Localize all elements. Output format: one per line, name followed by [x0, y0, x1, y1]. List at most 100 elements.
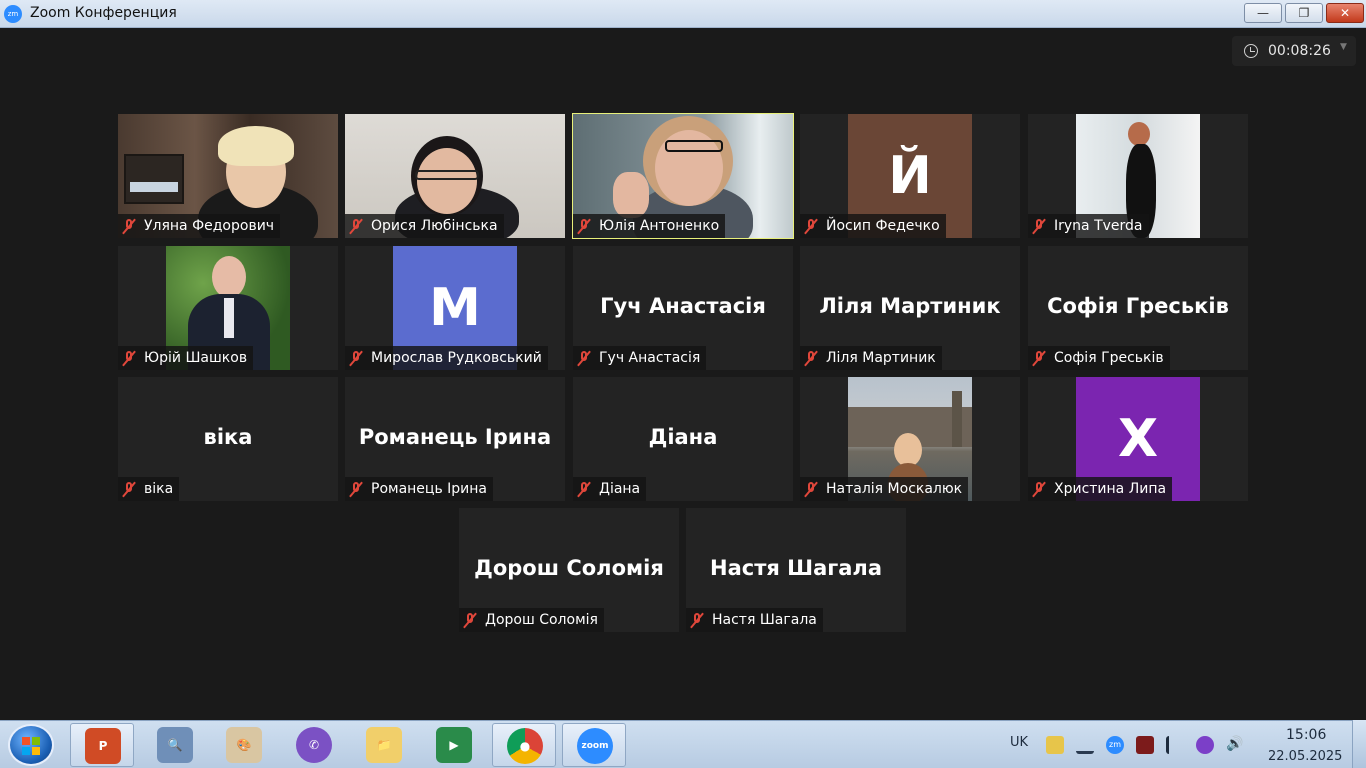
participant-tile[interactable]: Уляна Федорович — [118, 114, 338, 238]
participant-name-tag: Романець Ірина — [345, 477, 493, 501]
participant-name: Мирослав Рудковський — [371, 350, 542, 366]
meet-icon: ▶ — [436, 727, 472, 763]
network-app-icon[interactable] — [1046, 736, 1064, 754]
minimize-button[interactable]: — — [1244, 3, 1282, 23]
participant-name: Романець Ірина — [371, 481, 487, 497]
participant-name: Ліля Мартиник — [826, 350, 936, 366]
taskbar-magnifier-button[interactable]: 🔍 — [143, 723, 207, 767]
muted-mic-icon — [577, 350, 591, 367]
signal-icon[interactable] — [1076, 736, 1094, 754]
clock-icon — [1244, 44, 1258, 58]
muted-mic-icon — [122, 481, 136, 498]
participant-tile[interactable]: віка віка — [118, 377, 338, 501]
taskbar-zoom-button[interactable]: zoom — [562, 723, 626, 767]
battery-icon[interactable] — [1136, 736, 1154, 754]
timer-text: 00:08:26 — [1268, 43, 1331, 59]
participant-name-tag: Наталія Москалюк — [800, 477, 969, 501]
participant-name: Орися Любінська — [371, 218, 498, 234]
muted-mic-icon — [804, 350, 818, 367]
taskbar-meet-button[interactable]: ▶ — [422, 723, 486, 767]
powerpoint-icon: P — [85, 728, 121, 764]
explorer-icon: 📁 — [366, 727, 402, 763]
participant-tile[interactable]: Юрій Шашков — [118, 246, 338, 370]
participant-tile[interactable]: Й Йосип Федечко — [800, 114, 1020, 238]
windows-logo-icon — [22, 737, 40, 755]
muted-mic-icon — [349, 218, 363, 235]
participant-tile[interactable]: Гуч Анастасія Гуч Анастасія — [573, 246, 793, 370]
participant-name-tag: Ліля Мартиник — [800, 346, 942, 370]
participant-name-tag: Уляна Федорович — [118, 214, 281, 238]
chrome-icon: ● — [507, 728, 543, 764]
muted-mic-icon — [690, 612, 704, 629]
close-button[interactable]: ✕ — [1326, 3, 1364, 23]
participant-name-tag: Христина Липа — [1028, 477, 1173, 501]
participant-tile[interactable]: Наталія Москалюк — [800, 377, 1020, 501]
participant-name-tag: Юлія Антоненко — [573, 214, 726, 238]
muted-mic-icon — [577, 218, 591, 235]
participant-display-name: Софія Греськів — [1047, 294, 1229, 318]
magnifier-icon: 🔍 — [157, 727, 193, 763]
muted-mic-icon — [1032, 218, 1046, 235]
viber-icon: ✆ — [296, 727, 332, 763]
zoom-app-icon: zm — [4, 5, 22, 23]
language-indicator[interactable]: UK — [1010, 735, 1028, 750]
taskbar-paint-button[interactable]: 🎨 — [212, 723, 276, 767]
participant-name-tag: Орися Любінська — [345, 214, 504, 238]
muted-mic-icon — [122, 218, 136, 235]
participant-name-tag: Гуч Анастасія — [573, 346, 707, 370]
participant-tile[interactable]: Ліля Мартиник Ліля Мартиник — [800, 246, 1020, 370]
participant-name-tag: Йосип Федечко — [800, 214, 946, 238]
muted-mic-icon — [122, 350, 136, 367]
participant-display-name: Гуч Анастасія — [600, 294, 766, 318]
participant-name-tag: Дорош Соломія — [459, 608, 604, 632]
muted-mic-icon — [804, 218, 818, 235]
clock-time[interactable]: 15:06 — [1286, 727, 1326, 743]
muted-mic-icon — [463, 612, 477, 629]
meeting-timer[interactable]: 00:08:26 ▼ — [1232, 36, 1356, 66]
participant-name-tag: Iryna Tverda — [1028, 214, 1149, 238]
participant-name: Юрій Шашков — [144, 350, 248, 366]
participant-display-name: Дорош Соломія — [474, 556, 664, 580]
taskbar-powerpoint-button[interactable]: P — [70, 723, 134, 767]
participant-name: Христина Липа — [1054, 481, 1167, 497]
participant-tile[interactable]: Дорош Соломія Дорош Соломія — [459, 508, 679, 632]
participant-tile[interactable]: Діана Діана — [573, 377, 793, 501]
chevron-down-icon[interactable]: ▼ — [1340, 42, 1347, 52]
participant-tile[interactable]: М Мирослав Рудковський — [345, 246, 565, 370]
flag-icon[interactable] — [1166, 736, 1184, 754]
participant-name: Діана — [599, 481, 641, 497]
participant-tile[interactable]: Настя Шагала Настя Шагала — [686, 508, 906, 632]
muted-mic-icon — [1032, 350, 1046, 367]
clock-date[interactable]: 22.05.2025 — [1268, 749, 1342, 764]
participant-tile[interactable]: Софія Греськів Софія Греськів — [1028, 246, 1248, 370]
participant-tile[interactable]: Х Христина Липа — [1028, 377, 1248, 501]
participant-name: Дорош Соломія — [485, 612, 598, 628]
participant-tile[interactable]: Романець Ірина Романець Ірина — [345, 377, 565, 501]
window-title: Zoom Конференция — [30, 5, 177, 21]
muted-mic-icon — [1032, 481, 1046, 498]
show-desktop-button[interactable] — [1352, 720, 1366, 768]
muted-mic-icon — [577, 481, 591, 498]
participant-tile[interactable]: Юлія Антоненко — [572, 113, 794, 239]
zoom-icon: zoom — [577, 728, 613, 764]
viber-tray-icon[interactable] — [1196, 736, 1214, 754]
participant-display-name: Настя Шагала — [710, 556, 882, 580]
participant-name: Iryna Tverda — [1054, 218, 1143, 234]
volume-icon[interactable]: 🔊 — [1226, 736, 1244, 754]
zoom-tray-icon[interactable]: zm — [1106, 736, 1124, 754]
participant-name: Настя Шагала — [712, 612, 817, 628]
participant-tile[interactable]: Iryna Tverda — [1028, 114, 1248, 238]
taskbar-viber-button[interactable]: ✆ — [282, 723, 346, 767]
maximize-button[interactable]: ❐ — [1285, 3, 1323, 23]
participant-name-tag: Діана — [573, 477, 647, 501]
participant-tile[interactable]: Орися Любінська — [345, 114, 565, 238]
taskbar-chrome-button[interactable]: ● — [492, 723, 556, 767]
start-button[interactable] — [8, 724, 54, 766]
paint-icon: 🎨 — [226, 727, 262, 763]
participant-name-tag: Настя Шагала — [686, 608, 823, 632]
participant-display-name: Діана — [648, 425, 718, 449]
participant-name: Юлія Антоненко — [599, 218, 720, 234]
participant-display-name: Ліля Мартиник — [819, 294, 1001, 318]
participant-name-tag: Софія Греськів — [1028, 346, 1170, 370]
taskbar-explorer-button[interactable]: 📁 — [352, 723, 416, 767]
